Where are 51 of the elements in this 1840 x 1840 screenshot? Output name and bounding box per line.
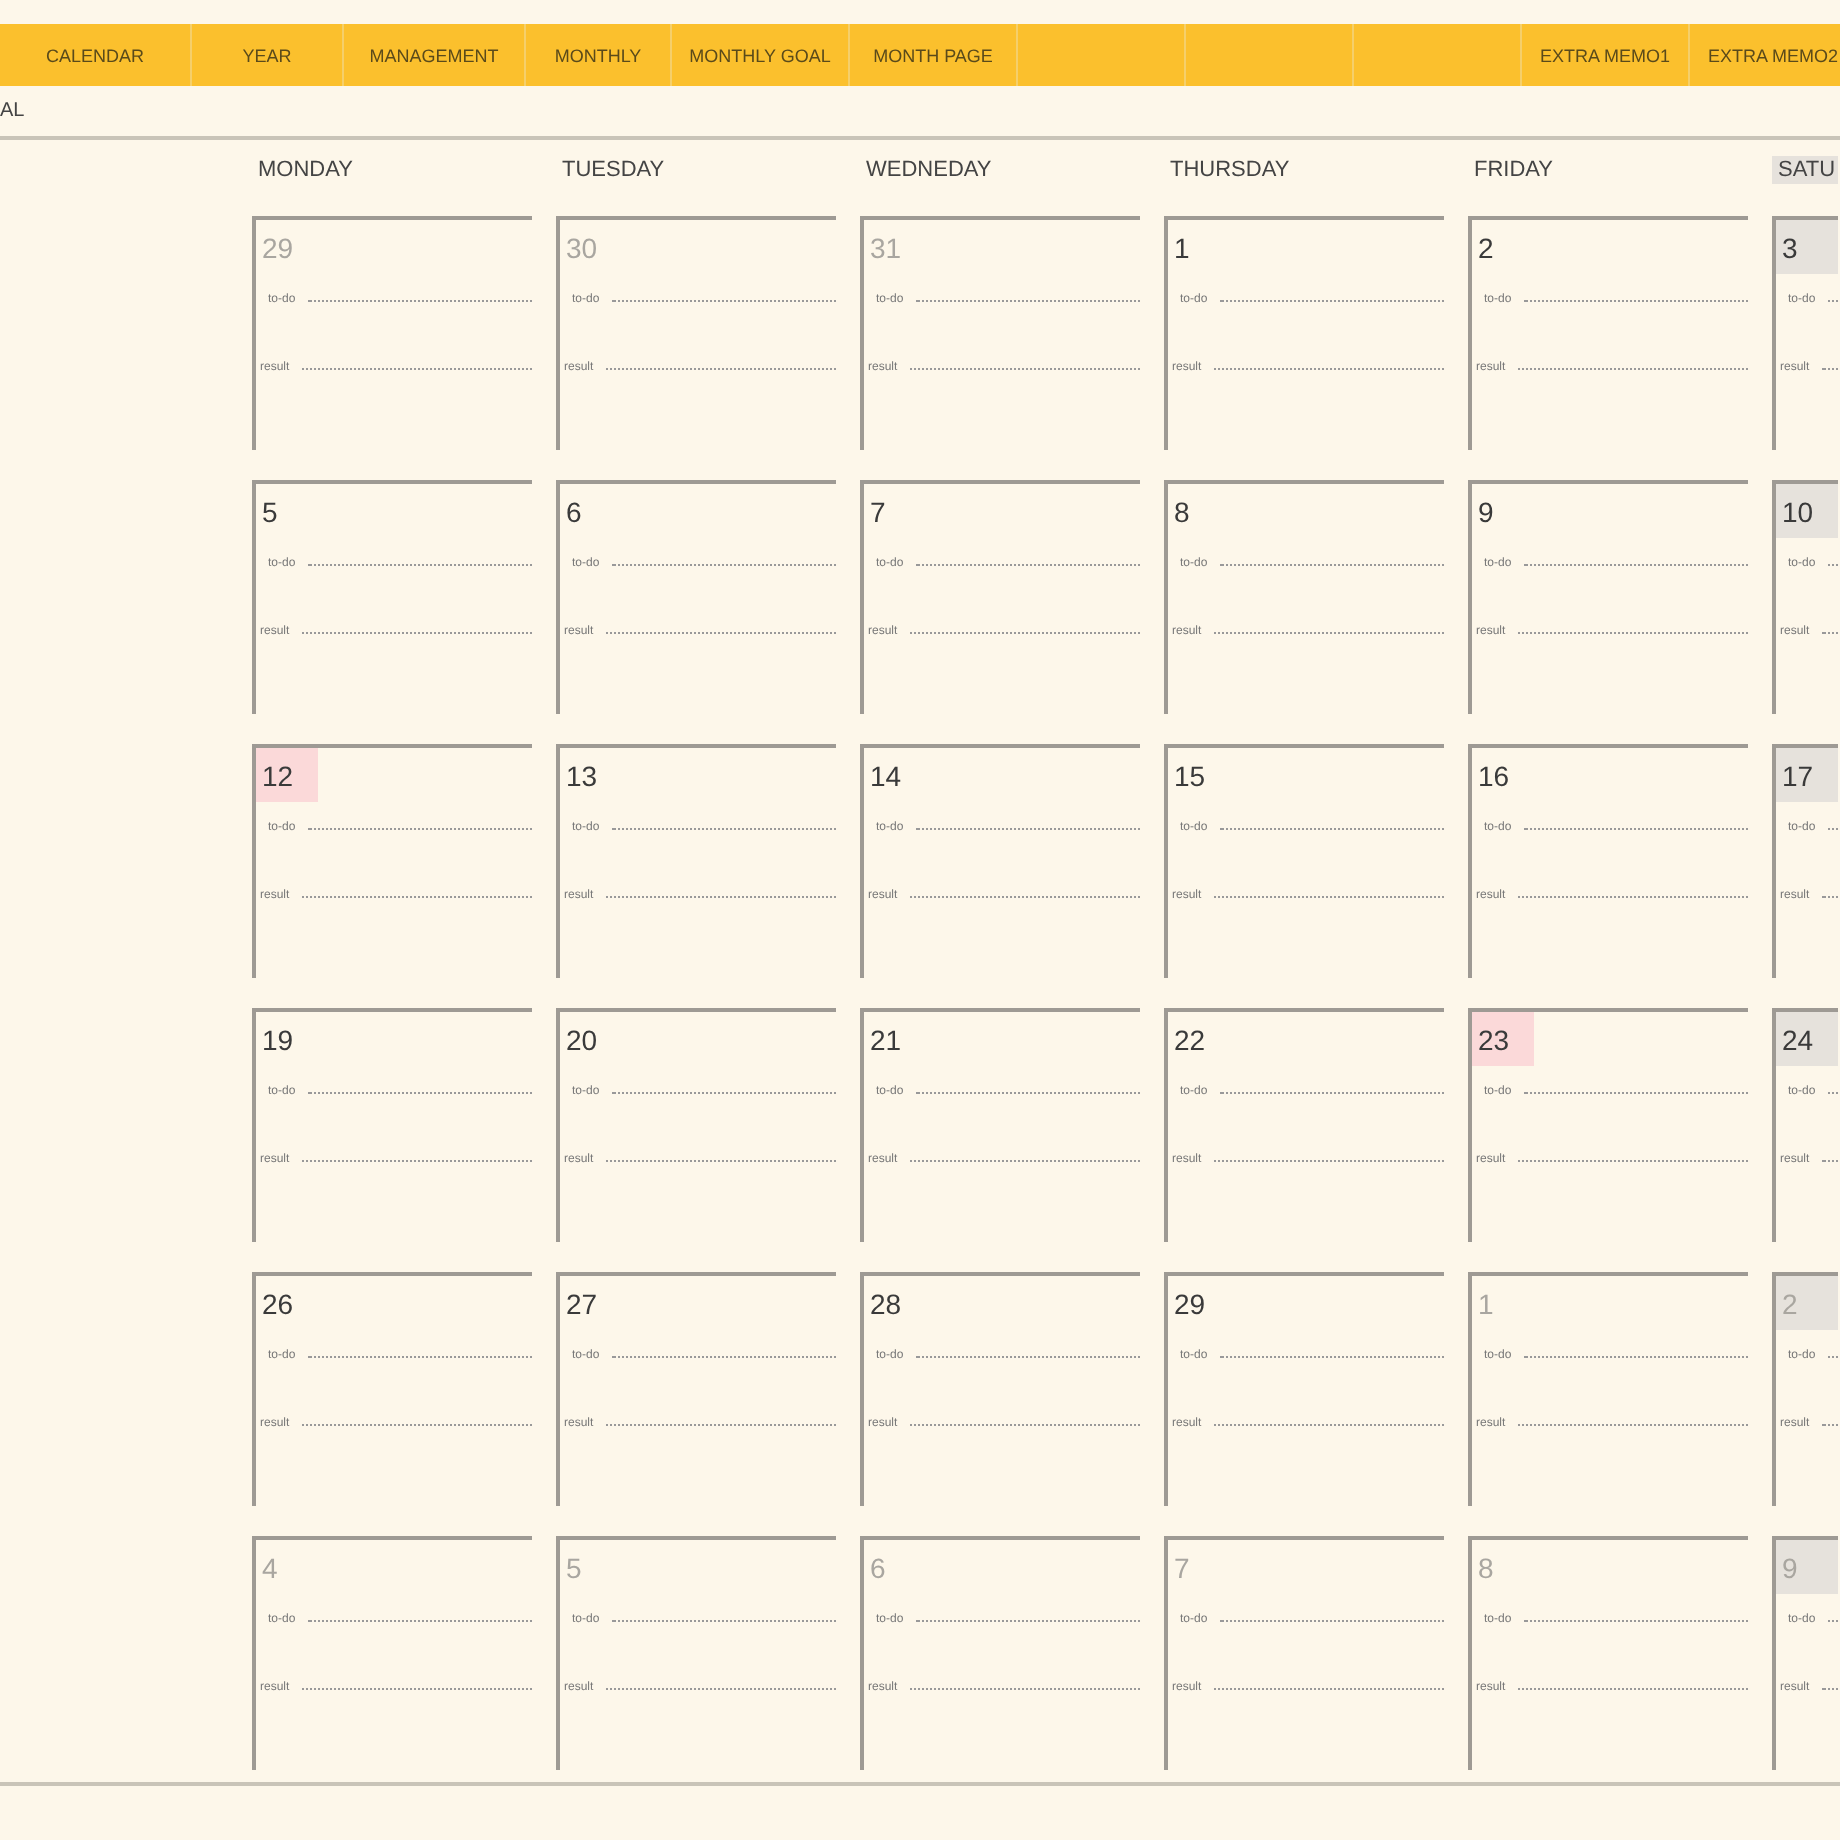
day-number: 15 xyxy=(1172,758,1208,796)
menu-link[interactable]: EXTRA MEMO1 xyxy=(1522,24,1690,86)
menu-link[interactable]: MONTHLY xyxy=(526,24,672,86)
menu-link[interactable]: EXTRA MEMO2 xyxy=(1690,24,1840,86)
day-number: 16 xyxy=(1476,758,1512,796)
weekday-header: FRIDAY xyxy=(1472,156,1556,184)
weekday-header: TUESDAY xyxy=(560,156,667,184)
weekday-header: SATU xyxy=(1772,156,1838,184)
day-number: 6 xyxy=(564,494,584,532)
day-number: 31 xyxy=(868,230,904,268)
day-number: 9 xyxy=(1776,1540,1838,1594)
day-number: 6 xyxy=(868,1550,888,1588)
day-number: 29 xyxy=(1172,1286,1208,1324)
day-number: 8 xyxy=(1476,1550,1496,1588)
day-number: 5 xyxy=(260,494,280,532)
day-number: 9 xyxy=(1476,494,1496,532)
day-number: 22 xyxy=(1172,1022,1208,1060)
day-number: 1 xyxy=(1172,230,1192,268)
day-number: 2 xyxy=(1476,230,1496,268)
day-number: 2 xyxy=(1776,1276,1838,1330)
day-number: 17 xyxy=(1776,748,1838,802)
menu-link[interactable]: MANAGEMENT xyxy=(344,24,526,86)
day-number: 5 xyxy=(564,1550,584,1588)
day-number: 3 xyxy=(1776,220,1838,274)
day-number: 7 xyxy=(868,494,888,532)
day-number: 4 xyxy=(260,1550,280,1588)
menu-link[interactable]: MONTHLY GOAL xyxy=(672,24,850,86)
day-number: 14 xyxy=(868,758,904,796)
day-number: 12 xyxy=(256,748,318,802)
day-number: 24 xyxy=(1776,1012,1838,1066)
day-number: 13 xyxy=(564,758,600,796)
weekday-header: MONDAY xyxy=(256,156,355,184)
menu-link[interactable]: MONTH PAGE xyxy=(850,24,1018,86)
weekday-header: WEDNEDAY xyxy=(864,156,994,184)
page-title: AL xyxy=(0,100,25,122)
day-number: 8 xyxy=(1172,494,1192,532)
day-number: 7 xyxy=(1172,1550,1192,1588)
day-number: 19 xyxy=(260,1022,296,1060)
day-number: 1 xyxy=(1476,1286,1496,1324)
menu-link[interactable]: CALENDAR xyxy=(0,24,192,86)
day-number: 21 xyxy=(868,1022,904,1060)
day-number: 23 xyxy=(1472,1012,1534,1066)
day-number: 10 xyxy=(1776,484,1838,538)
day-number: 29 xyxy=(260,230,296,268)
day-number: 30 xyxy=(564,230,600,268)
day-number: 28 xyxy=(868,1286,904,1324)
day-number: 20 xyxy=(564,1022,600,1060)
menu-link[interactable]: YEAR xyxy=(192,24,344,86)
weekday-header: THURSDAY xyxy=(1168,156,1292,184)
day-number: 27 xyxy=(564,1286,600,1324)
day-number: 26 xyxy=(260,1286,296,1324)
